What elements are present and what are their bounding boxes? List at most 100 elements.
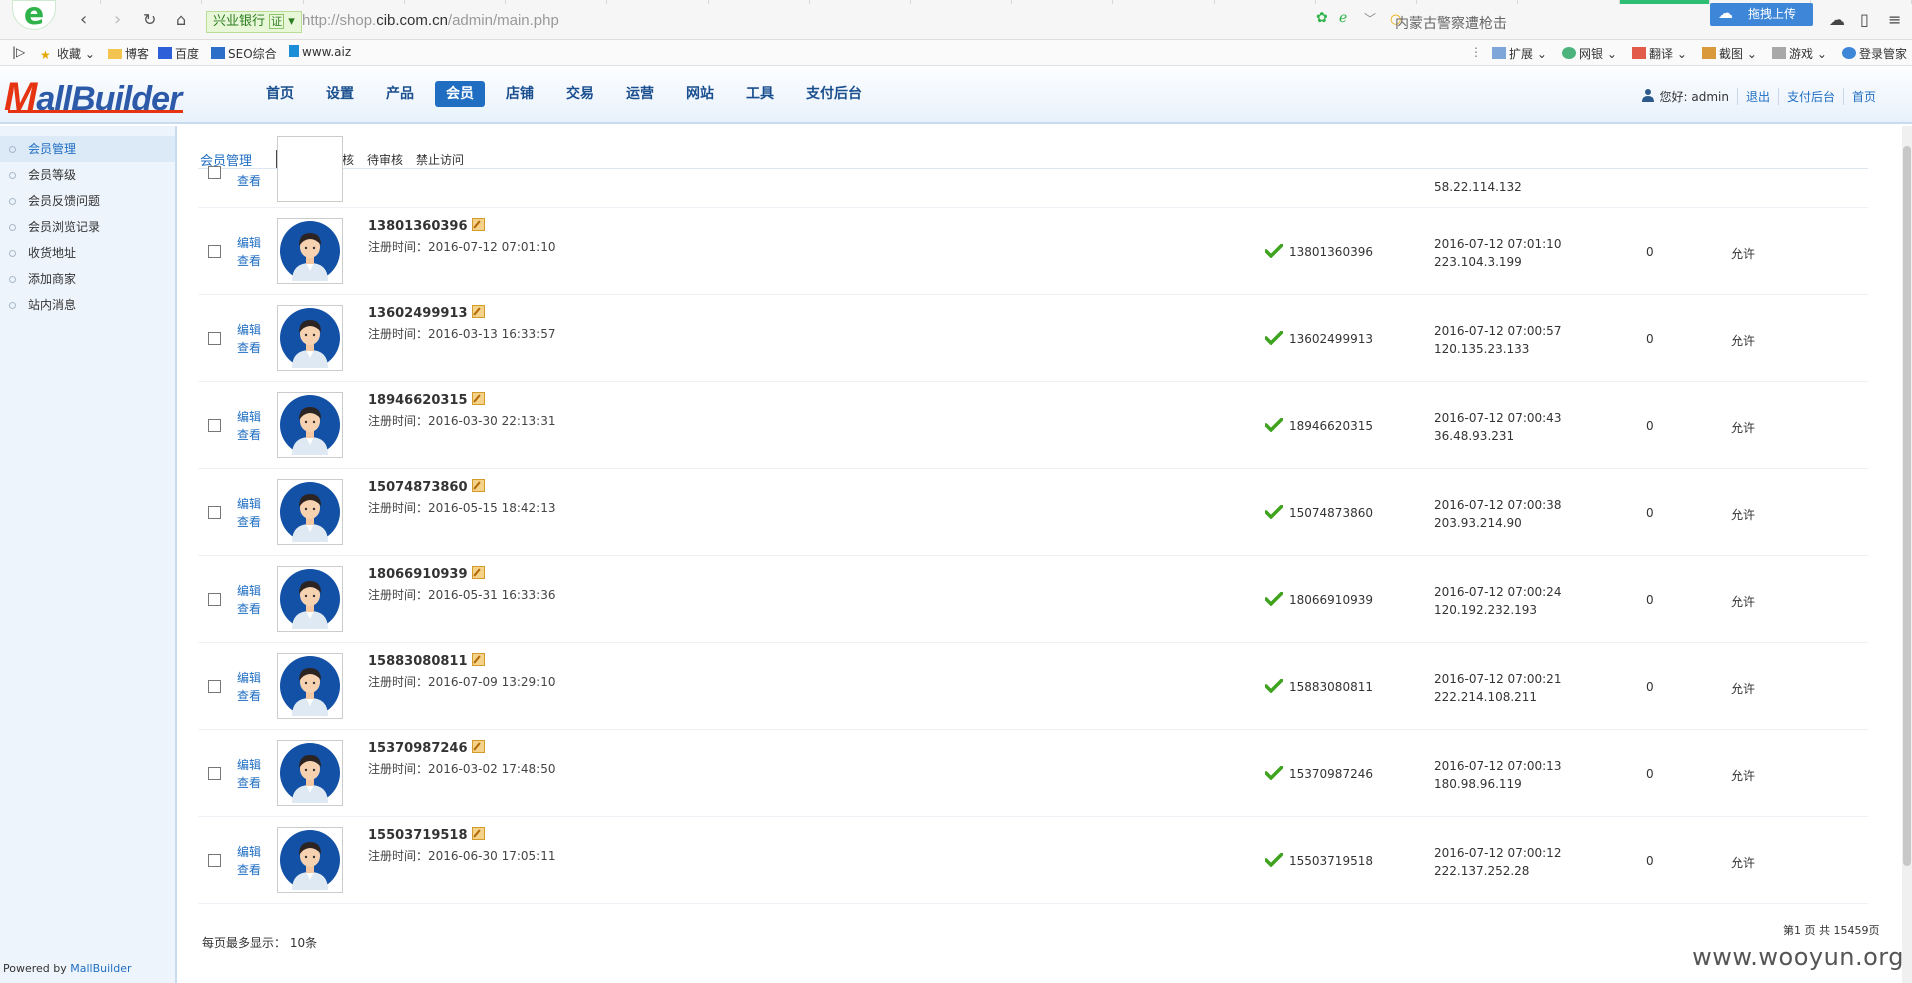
back-icon[interactable]: ‹ (80, 10, 87, 30)
tool-extensions[interactable]: 扩展 ⌄ (1492, 45, 1547, 62)
avatar[interactable] (277, 566, 343, 632)
edit-icon[interactable] (471, 827, 485, 840)
nav-tools[interactable]: 工具 (735, 81, 785, 107)
edit-icon[interactable] (471, 305, 485, 318)
edit-link[interactable]: 编辑 (237, 843, 261, 861)
view-link[interactable]: 查看 (237, 600, 261, 618)
edit-link[interactable]: 编辑 (237, 495, 261, 513)
sidebar-item-member-feedback[interactable]: 会员反馈问题 (0, 188, 175, 214)
row-checkbox[interactable] (208, 593, 221, 606)
logout-link[interactable]: 退出 (1736, 88, 1778, 105)
nav-products[interactable]: 产品 (375, 81, 425, 107)
sidebar-item-site-messages[interactable]: 站内消息 (0, 292, 175, 318)
menu-icon[interactable]: ≡ (1888, 10, 1901, 29)
avatar[interactable] (277, 479, 343, 545)
sidebar-item-member-level[interactable]: 会员等级 (0, 162, 175, 188)
access-status[interactable]: 允许 (1731, 767, 1755, 784)
view-link[interactable]: 查看 (237, 687, 261, 705)
chevron-down-icon[interactable]: ﹀ (1364, 10, 1376, 27)
row-checkbox[interactable] (208, 245, 221, 258)
view-link[interactable]: 查看 (237, 172, 261, 190)
sidebar-item-add-merchant[interactable]: 添加商家 (0, 266, 175, 292)
member-name[interactable]: 15370987246 (368, 740, 485, 756)
tool-translate[interactable]: 翻译 ⌄ (1632, 45, 1687, 62)
ie-mode-icon[interactable]: ℯ (1339, 10, 1347, 26)
bookmark-blog[interactable]: 博客 (108, 45, 149, 62)
bookmark-aiz[interactable]: www.aiz (289, 45, 351, 59)
nav-members[interactable]: 会员 (435, 81, 485, 107)
nav-settings[interactable]: 设置 (315, 81, 365, 107)
member-name[interactable]: 13602499913 (368, 305, 485, 321)
access-status[interactable]: 允许 (1731, 680, 1755, 697)
access-status[interactable]: 允许 (1731, 854, 1755, 871)
member-name[interactable]: 15074873860 (368, 479, 485, 495)
tool-login-manager[interactable]: 登录管家 (1842, 45, 1907, 62)
tool-screenshot[interactable]: 截图 ⌄ (1702, 45, 1757, 62)
scrollbar-thumb[interactable] (1903, 146, 1911, 866)
row-checkbox[interactable] (208, 767, 221, 780)
nav-payment[interactable]: 支付后台 (795, 81, 873, 107)
edit-link[interactable]: 编辑 (237, 408, 261, 426)
row-checkbox[interactable] (208, 332, 221, 345)
edit-link[interactable]: 编辑 (237, 582, 261, 600)
edit-icon[interactable] (471, 740, 485, 753)
refresh-icon[interactable]: ↻ (143, 10, 156, 30)
view-link[interactable]: 查看 (237, 426, 261, 444)
edit-icon[interactable] (471, 218, 485, 231)
access-status[interactable]: 允许 (1731, 593, 1755, 610)
view-link[interactable]: 查看 (237, 513, 261, 531)
edit-link[interactable]: 编辑 (237, 756, 261, 774)
forward-icon[interactable]: › (114, 10, 121, 30)
edit-link[interactable]: 编辑 (237, 321, 261, 339)
edit-icon[interactable] (471, 479, 485, 492)
access-status[interactable]: 允许 (1731, 419, 1755, 436)
row-checkbox[interactable] (208, 166, 221, 179)
member-name[interactable]: 13801360396 (368, 218, 485, 234)
access-status[interactable]: 允许 (1731, 332, 1755, 349)
view-link[interactable]: 查看 (237, 774, 261, 792)
member-name[interactable]: 15503719518 (368, 827, 485, 843)
bank-verified-badge[interactable]: 兴业银行 证 ▾ (206, 11, 302, 33)
edit-link[interactable]: 编辑 (237, 234, 261, 252)
bookmark-favorites[interactable]: ★ 收藏 ⌄ (40, 45, 95, 62)
browser-logo-icon[interactable]: e (12, 0, 56, 30)
bookmark-baidu[interactable]: 百度 (158, 45, 199, 62)
avatar[interactable] (277, 740, 343, 806)
row-checkbox[interactable] (208, 854, 221, 867)
nav-home[interactable]: 首页 (255, 81, 305, 107)
edit-link[interactable]: 编辑 (237, 669, 261, 687)
mobile-icon[interactable]: ▯ (1860, 10, 1869, 29)
access-status[interactable]: 允许 (1731, 245, 1755, 262)
avatar[interactable] (277, 653, 343, 719)
row-checkbox[interactable] (208, 506, 221, 519)
nav-trade[interactable]: 交易 (555, 81, 605, 107)
cloud-icon[interactable]: ☁ (1829, 10, 1845, 29)
avatar[interactable] (277, 827, 343, 893)
search-hint[interactable]: 内蒙古警察遭枪击 (1395, 13, 1507, 33)
edit-icon[interactable] (471, 653, 485, 666)
view-link[interactable]: 查看 (237, 252, 261, 270)
tab-pending[interactable]: 待审核 (362, 150, 408, 169)
row-checkbox[interactable] (208, 419, 221, 432)
member-name[interactable]: 15883080811 (368, 653, 485, 669)
avatar[interactable] (277, 218, 343, 284)
tool-games[interactable]: 游戏 ⌄ (1772, 45, 1827, 62)
nav-operations[interactable]: 运营 (615, 81, 665, 107)
address-bar[interactable]: http://shop.cib.com.cn/admin/main.php (302, 12, 559, 29)
bookmark-seo[interactable]: SEO综合 (211, 45, 277, 62)
home-link[interactable]: 首页 (1842, 88, 1884, 105)
member-name[interactable]: 18946620315 (368, 392, 485, 408)
more-icon[interactable]: ⋮ (1470, 45, 1482, 59)
powered-brand-link[interactable]: MallBuilder (70, 962, 131, 975)
view-link[interactable]: 查看 (237, 861, 261, 879)
payment-backend-link[interactable]: 支付后台 (1777, 88, 1843, 105)
nav-website[interactable]: 网站 (675, 81, 725, 107)
edit-icon[interactable] (471, 392, 485, 405)
avatar[interactable] (277, 305, 343, 371)
tool-ebank[interactable]: 网银 ⌄ (1562, 45, 1617, 62)
sidebar-item-member-management[interactable]: 会员管理 (0, 136, 175, 162)
member-name[interactable]: 18066910939 (368, 566, 485, 582)
mallbuilder-logo[interactable]: MallBuilder (4, 75, 182, 120)
sidebar-toggle-icon[interactable]: |▷ (12, 45, 25, 59)
row-checkbox[interactable] (208, 680, 221, 693)
